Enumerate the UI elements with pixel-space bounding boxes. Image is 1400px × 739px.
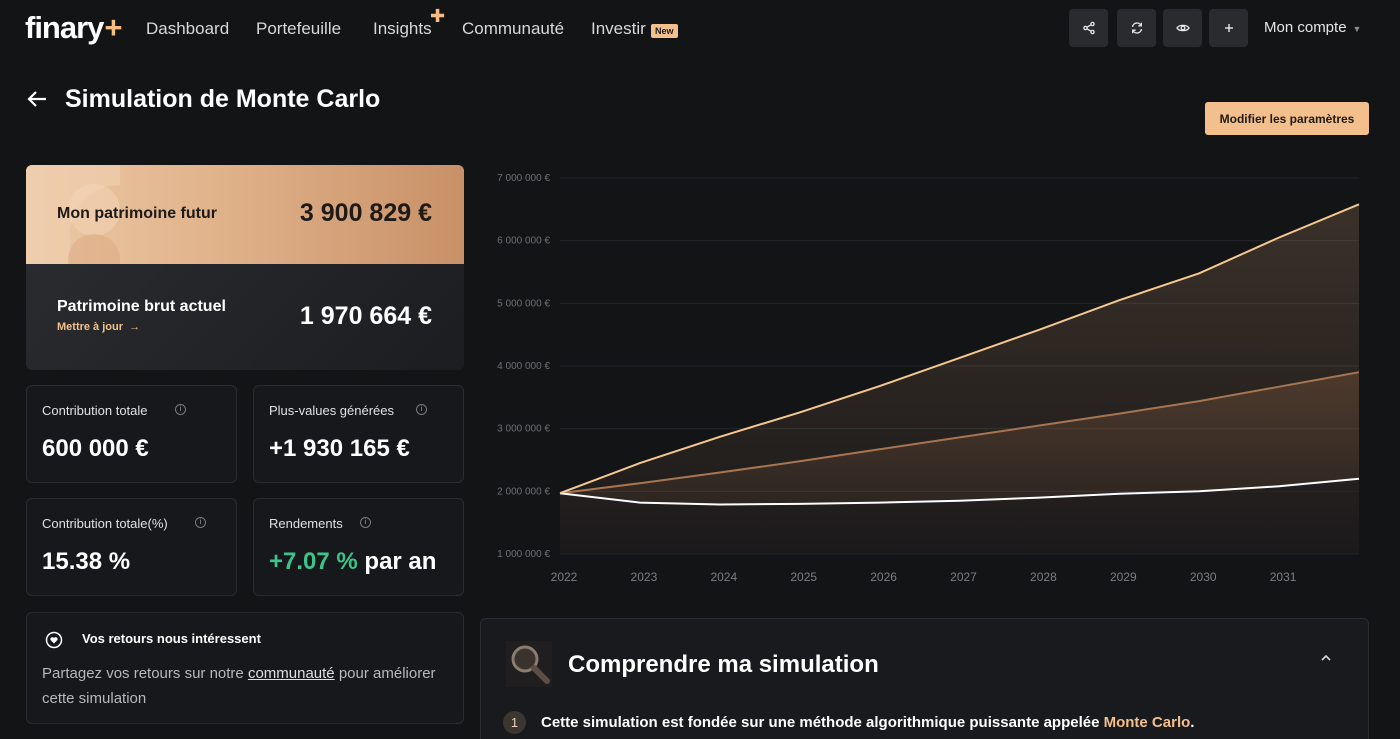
- nav-insights[interactable]: Insights: [373, 19, 432, 39]
- heart-icon: [45, 631, 63, 649]
- chevron-down-icon: ▼: [1352, 24, 1362, 34]
- future-wealth-value: 3 900 829 €: [299, 199, 432, 227]
- plus-icon: [1224, 24, 1233, 32]
- feedback-text: Partagez vos retours sur notre communaut…: [42, 665, 436, 707]
- add-button[interactable]: [1209, 9, 1248, 47]
- refresh-button[interactable]: [1117, 9, 1156, 47]
- current-wealth-value: 1 970 664 €: [299, 302, 432, 330]
- understand-title: Comprendre ma simulation: [568, 651, 879, 678]
- y-tick-label: 4 000 000 €: [497, 361, 550, 372]
- current-wealth-section: Patrimoine brut actuel Mettre à jour → 1…: [26, 264, 464, 370]
- x-tick-label: 2026: [870, 570, 897, 584]
- nav-communaute[interactable]: Communauté: [462, 19, 564, 39]
- x-tick-label: 2027: [950, 570, 977, 584]
- chevron-up-icon[interactable]: [1319, 651, 1333, 665]
- contribution-percent-value: 15.38 %: [42, 548, 131, 575]
- x-tick-label: 2025: [790, 570, 817, 584]
- arrow-right-icon: →: [126, 321, 141, 333]
- returns-card: Rendements i +7.07 % par an: [253, 498, 464, 596]
- visibility-button[interactable]: [1163, 9, 1202, 47]
- x-tick-label: 2024: [710, 570, 737, 584]
- step-text: Cette simulation est fondée sur une méth…: [541, 714, 1195, 731]
- page-title: Simulation de Monte Carlo: [65, 85, 381, 113]
- gains-label: Plus-values générées: [269, 403, 395, 418]
- nav-dashboard[interactable]: Dashboard: [146, 19, 229, 39]
- y-tick-label: 1 000 000 €: [497, 549, 550, 560]
- contribution-percent-label: Contribution totale(%): [42, 516, 168, 531]
- magnifier-icon: [506, 641, 552, 687]
- new-badge: New: [651, 24, 678, 38]
- y-tick-label: 3 000 000 €: [497, 424, 550, 435]
- back-arrow-icon[interactable]: [26, 88, 48, 110]
- feedback-card: Vos retours nous intéressent Partagez vo…: [26, 612, 464, 724]
- gains-value: +1 930 165 €: [269, 435, 410, 462]
- returns-label: Rendements: [269, 516, 343, 531]
- update-link[interactable]: Mettre à jour →: [57, 321, 140, 333]
- y-tick-label: 6 000 000 €: [497, 236, 550, 247]
- contribution-label: Contribution totale: [42, 403, 148, 418]
- step-number: 1: [503, 711, 526, 734]
- nav-investir[interactable]: Investir: [591, 19, 646, 39]
- community-link[interactable]: communauté: [248, 665, 335, 682]
- nav-portefeuille[interactable]: Portefeuille: [256, 19, 341, 39]
- contribution-value: 600 000 €: [42, 435, 149, 462]
- contribution-percent-card: Contribution totale(%) i 15.38 %: [26, 498, 237, 596]
- info-icon[interactable]: i: [175, 404, 186, 415]
- current-wealth-label: Patrimoine brut actuel: [57, 298, 226, 315]
- returns-value: +7.07 % par an: [269, 548, 437, 575]
- y-tick-label: 7 000 000 €: [497, 173, 550, 184]
- eye-icon: [1175, 24, 1190, 32]
- modify-parameters-button[interactable]: Modifier les paramètres: [1205, 102, 1369, 135]
- x-tick-label: 2028: [1030, 570, 1057, 584]
- x-tick-label: 2030: [1190, 570, 1217, 584]
- y-tick-label: 2 000 000 €: [497, 486, 550, 497]
- account-menu[interactable]: Mon compte ▼: [1264, 19, 1361, 36]
- feedback-title: Vos retours nous intéressent: [82, 631, 261, 646]
- gains-card: Plus-values générées i +1 930 165 €: [253, 385, 464, 483]
- x-tick-label: 2023: [631, 570, 658, 584]
- future-wealth-header: Mon patrimoine futur 3 900 829 €: [26, 165, 464, 264]
- share-icon: [1082, 21, 1095, 35]
- info-icon[interactable]: i: [416, 404, 427, 415]
- share-button[interactable]: [1069, 9, 1108, 47]
- top-navbar: finary+ Dashboard Portefeuille Insights …: [0, 0, 1400, 56]
- understand-panel: Comprendre ma simulation 1 Cette simulat…: [480, 618, 1369, 739]
- info-icon[interactable]: i: [195, 517, 206, 528]
- future-wealth-label: Mon patrimoine futur: [57, 205, 217, 222]
- insights-plus-icon: ✚: [430, 6, 446, 26]
- contribution-card: Contribution totale i 600 000 €: [26, 385, 237, 483]
- y-tick-label: 5 000 000 €: [497, 298, 550, 309]
- refresh-icon: [1131, 22, 1142, 34]
- x-tick-label: 2031: [1270, 570, 1297, 584]
- finary-logo[interactable]: finary+: [25, 10, 123, 46]
- info-icon[interactable]: i: [360, 517, 371, 528]
- x-tick-label: 2029: [1110, 570, 1137, 584]
- simulation-chart: 1 000 000 € 2 000 000 € 3 000 000 € 4 000 0…: [497, 173, 1360, 584]
- x-tick-label: 2022: [551, 570, 578, 584]
- future-wealth-card: Mon patrimoine futur 3 900 829 € Patrimo…: [26, 165, 464, 370]
